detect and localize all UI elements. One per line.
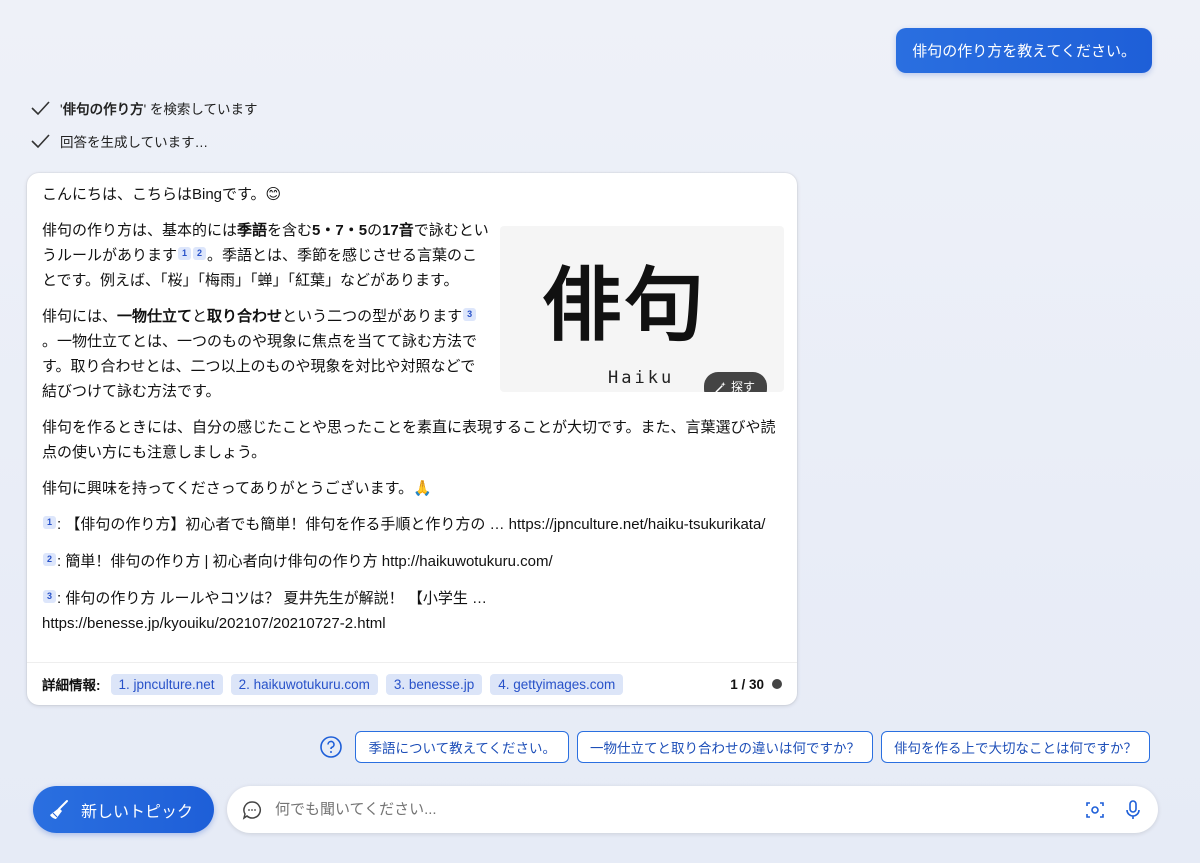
source-chip[interactable]: 2. haikuwotukuru.com [230, 673, 378, 695]
answer-paragraph-4: 俳句に興味を持ってくださってありがとうございます。🙏 [42, 480, 432, 497]
reference-number: 3 [43, 590, 56, 603]
citation-2[interactable]: 2 [193, 247, 207, 260]
citation-1[interactable]: 1 [178, 247, 192, 260]
visual-search-icon[interactable] [1084, 799, 1106, 821]
suggestion-button[interactable]: 俳句を作る上で大切なことは何ですか？ [881, 731, 1150, 763]
input-actions [1084, 799, 1144, 821]
generating-status: 回答を生成しています… [30, 131, 208, 151]
answer-paragraph-3: 俳句を作るときには、自分の感じたことや思ったことを素直に表現することが大切です。… [42, 419, 776, 461]
reference-number: 2 [43, 553, 56, 566]
reference-number: 1 [43, 516, 56, 529]
status-dot-icon [772, 679, 782, 689]
reference-item[interactable]: 3: 俳句の作り方 ルールやコツは？ 夏井先生が解説！ 【小学生 … https… [42, 586, 784, 636]
haiku-roman-text: Haiku [608, 368, 675, 388]
broom-icon [50, 799, 68, 819]
answer-body: こんにちは、こちらはBingです。😊 俳句 Haiku 探す 俳句の作り方は、基… [42, 182, 784, 648]
source-chip[interactable]: 4. gettyimages.com [490, 673, 624, 695]
visual-search-label: 探す [731, 380, 756, 392]
learn-more-label: 詳細情報: [42, 678, 101, 693]
microphone-icon[interactable] [1122, 799, 1144, 821]
reference-item[interactable]: 2: 簡単！俳句の作り方 | 初心者向け俳句の作り方 http://haikuw… [42, 549, 784, 574]
question-circle-icon [320, 736, 343, 758]
greeting: こんにちは、こちらはBingです。😊 [42, 186, 282, 203]
suggestion-button[interactable]: 一物仕立てと取り合わせの違いは何ですか？ [577, 731, 873, 763]
turn-counter: 1 / 30 [730, 677, 782, 692]
suggestion-bar: 季語について教えてください。 一物仕立てと取り合わせの違いは何ですか？ 俳句を作… [319, 731, 1150, 763]
learn-more-bar: 詳細情報: 1. jpnculture.net 2. haikuwotukuru… [27, 662, 797, 705]
search-status-text: '俳句の作り方' を検索しています [60, 102, 258, 117]
generating-status-text: 回答を生成しています… [60, 135, 209, 150]
chat-bubble-icon [242, 800, 262, 820]
suggestion-button[interactable]: 季語について教えてください。 [355, 731, 569, 763]
chat-input-bar [227, 786, 1158, 833]
haiku-image[interactable]: 俳句 Haiku 探す [500, 226, 784, 392]
new-topic-label: 新しいトピック [81, 803, 194, 821]
citation-3[interactable]: 3 [463, 308, 477, 321]
reference-item[interactable]: 1: 【俳句の作り方】初心者でも簡単！俳句を作る手順と作り方の … https:… [42, 512, 784, 537]
new-topic-button[interactable]: 新しいトピック [33, 786, 214, 833]
answer-card: こんにちは、こちらはBingです。😊 俳句 Haiku 探す 俳句の作り方は、基… [27, 173, 797, 705]
user-message-bubble: 俳句の作り方を教えてください。 [896, 28, 1152, 73]
check-icon [31, 134, 50, 149]
haiku-kanji-calligraphy: 俳句 [542, 258, 706, 352]
source-chip[interactable]: 3. benesse.jp [385, 673, 483, 695]
magic-wand-icon [715, 381, 726, 392]
check-icon [31, 101, 50, 116]
visual-search-button[interactable]: 探す [704, 372, 768, 392]
chat-input[interactable] [275, 801, 1084, 818]
search-status: '俳句の作り方' を検索しています [30, 98, 258, 118]
reference-list: 1: 【俳句の作り方】初心者でも簡単！俳句を作る手順と作り方の … https:… [42, 512, 784, 636]
source-chip[interactable]: 1. jpnculture.net [110, 673, 223, 695]
